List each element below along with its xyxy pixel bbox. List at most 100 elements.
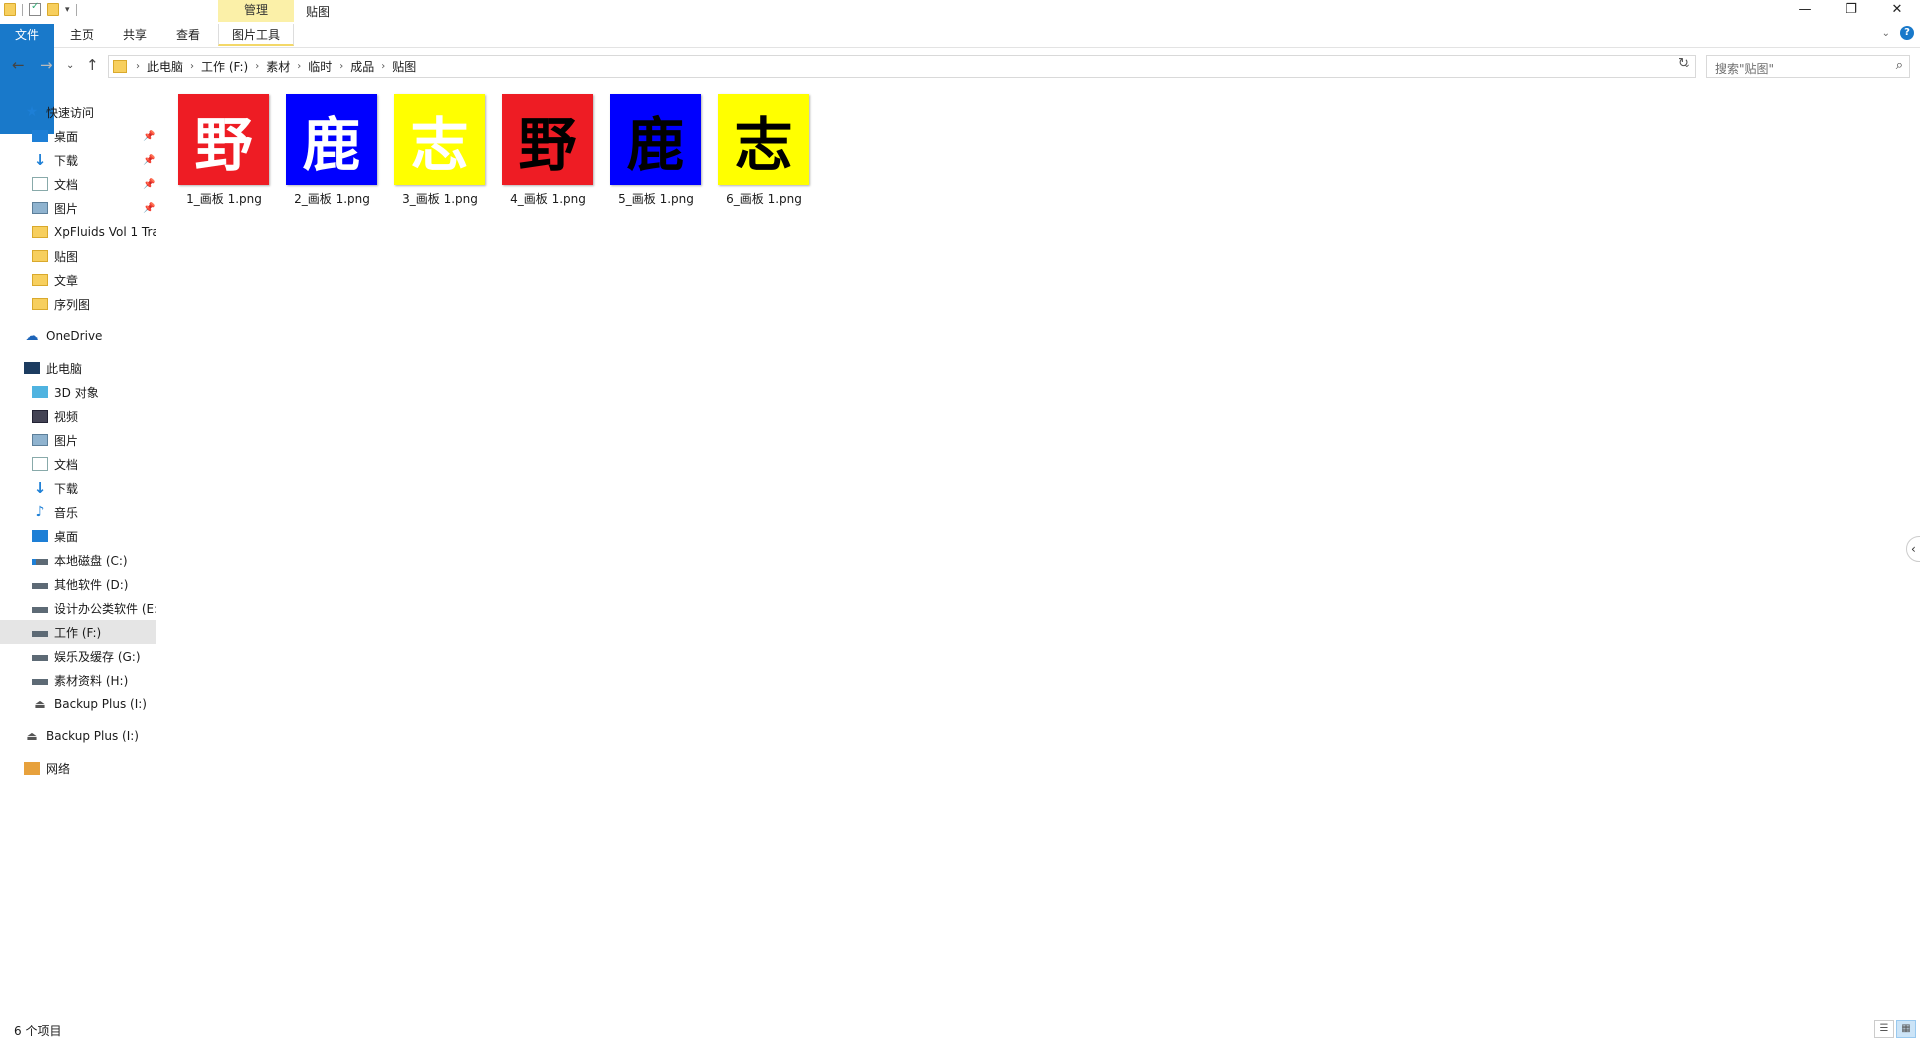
breadcrumb-separator-icon[interactable]: › xyxy=(297,61,301,72)
sidebar-item-label: 快速访问 xyxy=(46,105,95,120)
sidebar-item-music[interactable]: ♪ 音乐 xyxy=(0,500,156,524)
close-button[interactable]: ✕ xyxy=(1874,0,1920,22)
folder-icon xyxy=(113,60,127,73)
sidebar-item-drive-d[interactable]: 其他软件 (D:) xyxy=(0,572,156,596)
file-item[interactable]: 鹿 2_画板 1.png xyxy=(280,88,384,206)
search-input[interactable]: 搜索"贴图" ⌕ xyxy=(1706,55,1910,78)
up-arrow-icon[interactable]: ↑ xyxy=(86,56,99,74)
sidebar-item-drive-f[interactable]: 工作 (F:) xyxy=(0,620,156,644)
expand-ribbon-chevron-icon[interactable]: ⌄ xyxy=(1882,28,1890,39)
pc-icon xyxy=(24,362,40,374)
sidebar-item-pc-downloads[interactable]: ↓ 下载 xyxy=(0,476,156,500)
pictures-icon xyxy=(32,434,48,446)
breadcrumb-separator-icon[interactable]: › xyxy=(136,61,140,72)
file-item[interactable]: 志 3_画板 1.png xyxy=(388,88,492,206)
address-field[interactable]: › 此电脑 › 工作 (F:) › 素材 › 临时 › 成品 › 贴图 ⌄ xyxy=(108,55,1696,78)
properties-icon[interactable] xyxy=(29,1,41,16)
sidebar-item-videos[interactable]: 视频 xyxy=(0,404,156,428)
search-icon[interactable]: ⌕ xyxy=(1896,58,1903,73)
file-item[interactable]: 鹿 5_画板 1.png xyxy=(604,88,708,206)
restore-button[interactable]: ❐ xyxy=(1828,0,1874,22)
sidebar-item-desktop[interactable]: 桌面 📌 xyxy=(0,124,156,148)
sidebar-item-wenzhang[interactable]: 文章 xyxy=(0,268,156,292)
tab-picture-tools[interactable]: 图片工具 xyxy=(218,24,294,46)
sidebar-item-label: 设计办公类软件 (E: xyxy=(54,601,156,616)
file-item[interactable]: 野 1_画板 1.png xyxy=(172,88,276,206)
sidebar-item-onedrive[interactable]: ☁ OneDrive xyxy=(0,324,156,348)
sidebar-item-label: 网络 xyxy=(46,761,71,776)
details-pane-toggle-chevron-icon[interactable]: ‹ xyxy=(1906,536,1920,562)
search-placeholder: 搜索"贴图" xyxy=(1715,62,1775,76)
sidebar-item-label: 素材资料 (H:) xyxy=(54,673,129,688)
tab-manage[interactable]: 管理 xyxy=(218,0,294,22)
folder-icon xyxy=(32,226,48,238)
sidebar-item-label: 文章 xyxy=(54,273,79,288)
breadcrumb-separator-icon[interactable]: › xyxy=(381,61,385,72)
sidebar-item-pc-pictures[interactable]: 图片 xyxy=(0,428,156,452)
breadcrumb-linshi[interactable]: 临时 xyxy=(308,58,332,75)
breadcrumb-separator-icon[interactable]: › xyxy=(255,61,259,72)
quick-access-toolbar: ▾ xyxy=(4,1,77,16)
sidebar-item-documents[interactable]: 文档 📌 xyxy=(0,172,156,196)
documents-icon xyxy=(32,177,48,191)
breadcrumb-sucai[interactable]: 素材 xyxy=(266,58,290,75)
breadcrumb-separator-icon[interactable]: › xyxy=(190,61,194,72)
file-item[interactable]: 野 4_画板 1.png xyxy=(496,88,600,206)
sidebar-item-drive-i[interactable]: ⏏ Backup Plus (I:) xyxy=(0,692,156,716)
pictures-icon xyxy=(32,202,48,214)
recent-locations-chevron-icon[interactable]: ⌄ xyxy=(66,60,74,71)
system-drive-icon xyxy=(32,559,48,565)
sidebar-item-xpfluids[interactable]: XpFluids Vol 1 Tra xyxy=(0,220,156,244)
folder-icon[interactable] xyxy=(4,3,16,16)
sidebar-item-drive-e[interactable]: 设计办公类软件 (E: xyxy=(0,596,156,620)
minimize-button[interactable]: — xyxy=(1782,0,1828,22)
pin-icon: 📌 xyxy=(143,130,156,142)
3d-objects-icon xyxy=(32,386,48,398)
folder-icon xyxy=(32,250,48,262)
sidebar-item-this-pc[interactable]: 此电脑 xyxy=(0,356,156,380)
sidebar-item-pc-desktop[interactable]: 桌面 xyxy=(0,524,156,548)
sidebar-item-drive-h[interactable]: 素材资料 (H:) xyxy=(0,668,156,692)
back-arrow-icon[interactable]: ← xyxy=(12,56,25,74)
breadcrumb-tietu[interactable]: 贴图 xyxy=(392,58,416,75)
breadcrumb-this-pc[interactable]: 此电脑 xyxy=(147,58,183,75)
sidebar-item-pc-documents[interactable]: 文档 xyxy=(0,452,156,476)
breadcrumb-separator-icon[interactable]: › xyxy=(339,61,343,72)
sidebar-item-label: 3D 对象 xyxy=(54,385,99,400)
refresh-icon[interactable]: ↻ xyxy=(1678,56,1689,71)
breadcrumb-chengpin[interactable]: 成品 xyxy=(350,58,374,75)
divider xyxy=(22,3,23,16)
sidebar-item-label: 下载 xyxy=(54,153,79,168)
window-title: 贴图 xyxy=(306,5,331,19)
tab-share[interactable]: 共享 xyxy=(115,24,155,46)
tab-view[interactable]: 查看 xyxy=(168,24,208,46)
tab-home[interactable]: 主页 xyxy=(62,24,102,46)
sidebar-item-network[interactable]: 网络 xyxy=(0,756,156,780)
file-name: 5_画板 1.png xyxy=(618,192,694,206)
image-thumbnail: 野 xyxy=(178,94,269,185)
sidebar-item-drive-g[interactable]: 娱乐及缓存 (G:) xyxy=(0,644,156,668)
sidebar-item-tietu[interactable]: 贴图 xyxy=(0,244,156,268)
large-icons-view-icon[interactable]: ▦ xyxy=(1896,1020,1916,1038)
sidebar-item-backup-plus[interactable]: ⏏ Backup Plus (I:) xyxy=(0,724,156,748)
help-icon[interactable]: ? xyxy=(1900,26,1914,40)
sidebar-item-drive-c[interactable]: 本地磁盘 (C:) xyxy=(0,548,156,572)
sidebar-item-3d-objects[interactable]: 3D 对象 xyxy=(0,380,156,404)
customize-toolbar-chevron-icon[interactable]: ▾ xyxy=(65,5,70,15)
sidebar-item-label: 图片 xyxy=(54,433,79,448)
breadcrumb-drive-f[interactable]: 工作 (F:) xyxy=(201,58,248,75)
download-icon: ↓ xyxy=(33,151,47,169)
sidebar-item-xulietu[interactable]: 序列图 xyxy=(0,292,156,316)
forward-arrow-icon[interactable]: → xyxy=(40,56,53,74)
sidebar-item-pictures[interactable]: 图片 📌 xyxy=(0,196,156,220)
ribbon-right-controls: ⌄ ? xyxy=(1882,26,1914,40)
music-icon: ♪ xyxy=(35,504,45,520)
new-folder-icon[interactable] xyxy=(47,3,59,16)
sidebar-item-label: Backup Plus (I:) xyxy=(46,729,139,743)
cloud-icon: ☁ xyxy=(25,328,39,344)
details-view-icon[interactable]: ☰ xyxy=(1874,1020,1894,1038)
drive-icon xyxy=(32,631,48,637)
sidebar-item-quick-access[interactable]: ★ 快速访问 xyxy=(0,100,156,124)
sidebar-item-downloads[interactable]: ↓ 下载 📌 xyxy=(0,148,156,172)
file-item[interactable]: 志 6_画板 1.png xyxy=(712,88,816,206)
